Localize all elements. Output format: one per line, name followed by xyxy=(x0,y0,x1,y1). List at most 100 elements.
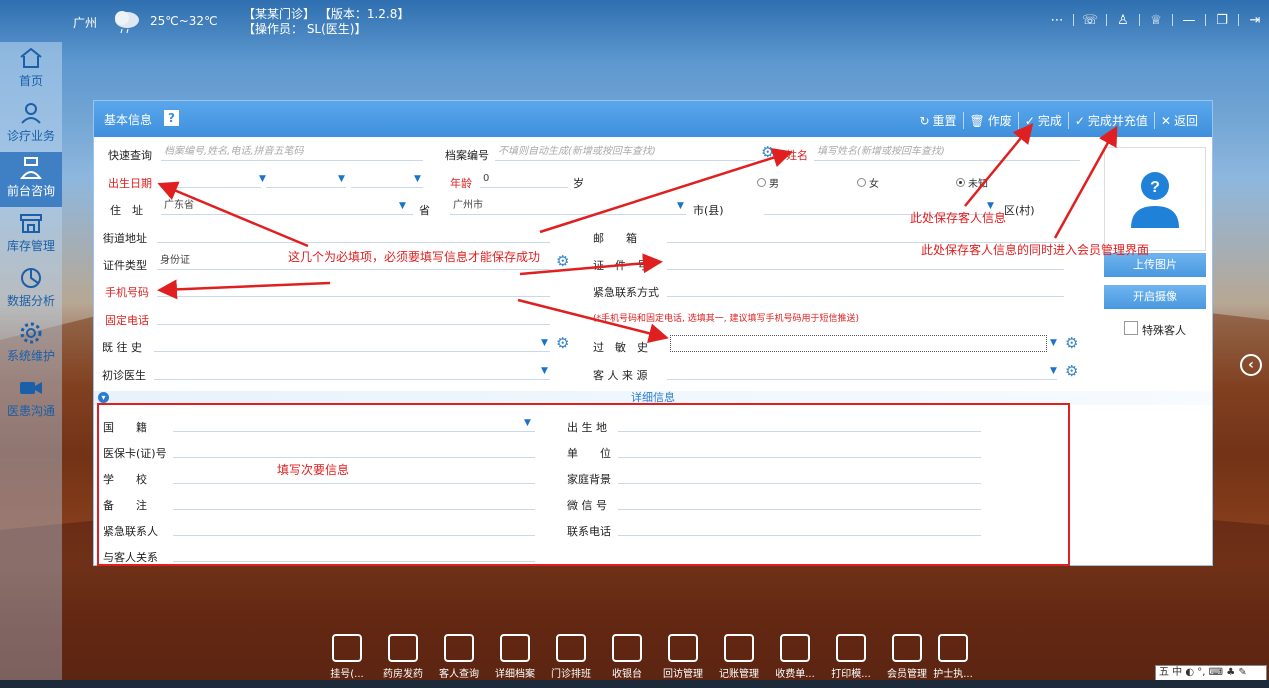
emergency-contact-input[interactable] xyxy=(667,280,1064,297)
nationality-select[interactable] xyxy=(173,415,535,432)
province-select[interactable]: 广东省 xyxy=(161,198,413,215)
sidebar-item-front-desk[interactable]: 前台咨询 xyxy=(0,152,62,207)
name-input[interactable]: 填写姓名(新增或按回车查找) xyxy=(814,144,1080,161)
open-camera-button[interactable]: 开启摄像 xyxy=(1104,285,1206,309)
school-input[interactable] xyxy=(173,467,535,484)
phone-icon[interactable]: ☏ xyxy=(1082,12,1098,28)
dock-nurse[interactable]: 护士执... xyxy=(926,632,980,680)
dock-label: 药房发药 xyxy=(383,669,423,680)
age-input[interactable]: 0 xyxy=(480,171,568,188)
medicine-icon xyxy=(388,634,418,662)
city-select[interactable]: 广州市 xyxy=(450,198,686,215)
sidebar-item-communication[interactable]: 医患沟通 xyxy=(0,372,62,427)
back-button[interactable]: ✕ 返回 xyxy=(1153,112,1204,129)
user-icon[interactable]: ♙ xyxy=(1115,12,1131,28)
sidebar-item-analytics[interactable]: 数据分析 xyxy=(0,262,62,317)
nurse-icon xyxy=(19,157,43,179)
expand-right-icon[interactable]: ‹ xyxy=(1240,354,1262,376)
minimize-icon[interactable]: — xyxy=(1181,12,1197,28)
special-guest-checkbox[interactable] xyxy=(1124,321,1138,335)
source-select[interactable] xyxy=(667,363,1057,380)
gender-unknown-radio[interactable]: 未知 xyxy=(956,175,988,190)
id-type-label: 证件类型 xyxy=(103,259,147,272)
skin-icon[interactable]: ♕ xyxy=(1148,12,1164,28)
dock-accounting[interactable]: 记账管理 xyxy=(712,632,766,680)
mobile-input[interactable] xyxy=(157,280,550,297)
dock-label: 挂号(... xyxy=(330,669,364,680)
sidebar-item-inventory[interactable]: 库存管理 xyxy=(0,207,62,262)
sidebar-item-treatment[interactable]: 诊疗业务 xyxy=(0,97,62,152)
birth-day-select[interactable] xyxy=(351,171,423,188)
gender-female-label: 女 xyxy=(869,179,879,190)
gender-female-radio[interactable]: 女 xyxy=(857,175,879,190)
gear-icon[interactable]: ⚙ xyxy=(1065,363,1081,379)
insurance-label: 医保卡(证)号 xyxy=(103,447,167,460)
name-label: 姓名 xyxy=(786,149,808,162)
file-no-input[interactable]: 不填则自动生成(新增或按回车查找) xyxy=(495,144,755,161)
remark-input[interactable] xyxy=(173,493,535,510)
sidebar-item-home[interactable]: 首页 xyxy=(0,42,62,97)
sidebar-item-label: 前台咨询 xyxy=(6,184,55,198)
collapse-icon[interactable]: ▾ xyxy=(98,392,109,403)
dock-pharmacy[interactable]: 药房发药 xyxy=(376,632,430,680)
weather-icon xyxy=(115,11,139,34)
landline-input[interactable] xyxy=(157,308,550,325)
family-input[interactable] xyxy=(618,467,981,484)
dock-cashier[interactable]: 收银台 xyxy=(600,632,654,680)
save-annotation: 此处保存客人信息 xyxy=(910,211,1007,225)
birth-year-select[interactable] xyxy=(161,171,261,188)
chevron-down-icon: ▼ xyxy=(399,201,406,211)
dock-receipt[interactable]: 收费单... xyxy=(768,632,822,680)
age-label: 年龄 xyxy=(450,177,472,190)
panel-header: 基本信息 ? ↻ 重置 🗑 作废 ✓ 完成 ✓ 完成并充值 ✕ 返回 xyxy=(94,101,1212,137)
history-select[interactable] xyxy=(154,335,550,352)
chevron-down-icon: ▼ xyxy=(1050,338,1057,348)
exit-icon[interactable]: ⇥ xyxy=(1247,12,1263,28)
quick-search-input[interactable]: 档案编号,姓名,电话,拼音五笔码 xyxy=(161,144,423,161)
dock-register[interactable]: 挂号(... xyxy=(320,632,374,680)
dock-guest-query[interactable]: 客人查询 xyxy=(432,632,486,680)
help-icon[interactable]: ? xyxy=(164,110,179,126)
birth-month-select[interactable] xyxy=(266,171,346,188)
dock-followup[interactable]: 回访管理 xyxy=(656,632,710,680)
required-annotation: 这几个为必填项，必须要填写信息才能保存成功 xyxy=(288,250,541,264)
gear-icon[interactable]: ⚙ xyxy=(1065,335,1081,351)
first-doctor-select[interactable] xyxy=(154,363,550,380)
gender-male-radio[interactable]: 男 xyxy=(757,175,779,190)
sidebar-item-system[interactable]: 系统维护 xyxy=(0,317,62,372)
wechat-label: 微 信 号 xyxy=(567,499,607,512)
reset-button[interactable]: ↻ 重置 xyxy=(913,112,962,129)
dock-print-template[interactable]: 打印模... xyxy=(824,632,878,680)
wechat-input[interactable] xyxy=(618,493,981,510)
gear-icon[interactable]: ⚙ xyxy=(556,253,572,269)
cashier-icon xyxy=(612,634,642,662)
chat-icon[interactable]: ⋯ xyxy=(1049,12,1065,28)
emergency-person-label: 紧急联系人 xyxy=(103,525,158,538)
void-button[interactable]: 🗑 作废 xyxy=(962,112,1018,129)
insurance-input[interactable] xyxy=(173,441,535,458)
done-button[interactable]: ✓ 完成 xyxy=(1017,112,1068,129)
birthplace-input[interactable] xyxy=(618,415,981,432)
city-label: 广州 xyxy=(73,16,98,30)
street-input[interactable] xyxy=(157,226,550,243)
home-icon xyxy=(20,47,42,68)
file-icon xyxy=(500,634,530,662)
top-bar: 广州 25℃~32℃ 【某某门诊】 【版本：1.2.8】 【操作员： SL(医生… xyxy=(0,0,1269,44)
dock-schedule[interactable]: 门诊排班 xyxy=(544,632,598,680)
gear-icon[interactable]: ⚙ xyxy=(761,144,777,160)
gear-icon[interactable]: ⚙ xyxy=(556,335,572,351)
done-recharge-button[interactable]: ✓ 完成并充值 xyxy=(1067,112,1154,129)
contact-phone-input[interactable] xyxy=(618,519,981,536)
chevron-down-icon: ▼ xyxy=(414,174,421,184)
street-label: 街道地址 xyxy=(103,232,147,245)
dock-detail-file[interactable]: 详细档案 xyxy=(488,632,542,680)
allergy-select[interactable] xyxy=(670,335,1047,352)
relation-input[interactable] xyxy=(173,545,535,562)
emergency-person-input[interactable] xyxy=(173,519,535,536)
restore-icon[interactable]: ❐ xyxy=(1214,12,1230,28)
sidebar-item-label: 库存管理 xyxy=(6,239,55,253)
company-input[interactable] xyxy=(618,441,981,458)
chevron-down-icon: ▼ xyxy=(541,338,548,348)
ime-toolbar[interactable]: 五 中 ◐ °, ⌨ ♣ ✎ xyxy=(1155,665,1267,681)
gender-unknown-label: 未知 xyxy=(968,179,988,190)
